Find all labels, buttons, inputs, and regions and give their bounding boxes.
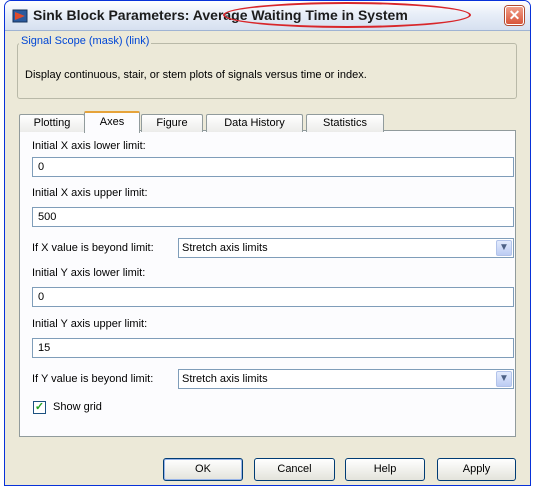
simulink-block-icon [12,9,28,23]
show-grid-label[interactable]: Show grid [53,401,102,413]
y-upper-label: Initial Y axis upper limit: [32,318,148,330]
x-lower-input[interactable] [32,157,514,177]
x-beyond-select[interactable]: Stretch axis limits ▼ [178,238,514,258]
x-upper-input[interactable] [32,207,514,227]
ok-button[interactable]: OK [163,458,243,481]
x-upper-label: Initial X axis upper limit: [32,187,148,199]
cancel-button[interactable]: Cancel [254,458,335,481]
x-beyond-value: Stretch axis limits [182,242,268,254]
chevron-down-icon[interactable]: ▼ [496,240,512,256]
title-bar[interactable]: Sink Block Parameters: Average Waiting T… [5,1,530,31]
dialog-window: Sink Block Parameters: Average Waiting T… [4,0,531,486]
close-icon: ✕ [508,7,521,23]
tab-statistics[interactable]: Statistics [306,114,384,132]
tab-figure[interactable]: Figure [141,114,203,132]
group-description: Display continuous, stair, or stem plots… [25,69,367,81]
help-button[interactable]: Help [345,458,425,481]
tab-data-history[interactable]: Data History [206,114,303,132]
x-lower-label: Initial X axis lower limit: [32,140,146,152]
y-beyond-label: If Y value is beyond limit: [32,373,154,385]
chevron-down-icon[interactable]: ▼ [496,371,512,387]
checkmark-icon: ✓ [34,401,45,413]
title-highlight-ellipse [223,2,471,28]
y-beyond-select[interactable]: Stretch axis limits ▼ [178,369,514,389]
y-lower-input[interactable] [32,287,514,307]
close-button[interactable]: ✕ [505,6,524,25]
y-beyond-value: Stretch axis limits [182,373,268,385]
y-upper-input[interactable] [32,338,514,358]
x-beyond-label: If X value is beyond limit: [32,242,154,254]
y-lower-label: Initial Y axis lower limit: [32,267,146,279]
tab-plotting[interactable]: Plotting [19,114,85,132]
tab-axes[interactable]: Axes [84,111,140,133]
group-legend: Signal Scope (mask) (link) [19,35,152,47]
apply-button[interactable]: Apply [437,458,516,481]
show-grid-checkbox[interactable]: ✓ [33,401,46,414]
